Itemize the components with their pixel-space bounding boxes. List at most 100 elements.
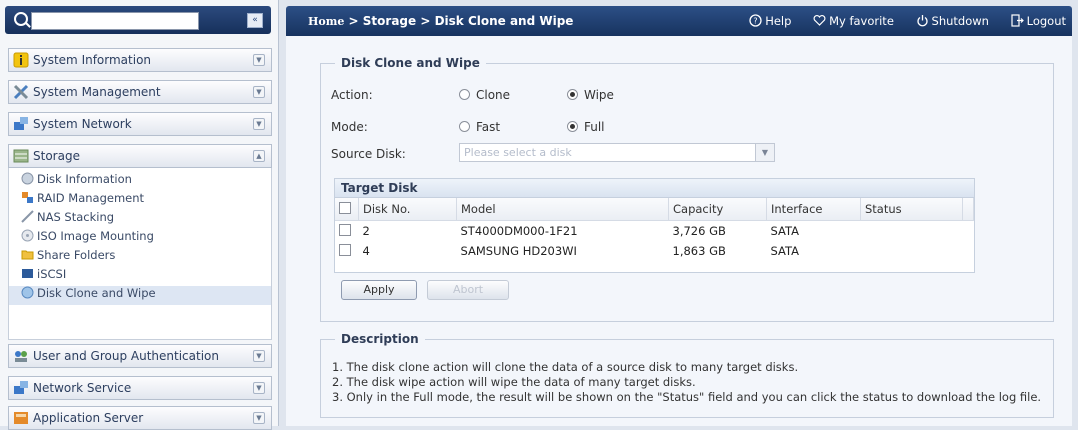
submenu-label: NAS Stacking [37,210,115,224]
col-status: Status [860,198,963,221]
shutdown-label: Shutdown [931,14,989,28]
radio-circle [459,89,470,100]
help-icon: ? [749,14,762,27]
action-wipe-radio[interactable]: Wipe [567,88,614,102]
select-all-checkbox[interactable] [339,202,351,214]
mode-label: Mode: [331,120,368,134]
row-checkbox[interactable] [339,244,351,256]
cell-model: ST4000DM000-1F21 [460,224,578,238]
submenu-nas-stacking[interactable]: NAS Stacking [21,210,114,229]
app-server-icon [14,412,28,424]
users-icon [15,351,27,362]
submenu-label: ISO Image Mounting [37,229,154,243]
row-checkbox[interactable] [339,224,351,236]
table-header-row: Disk No. Model Capacity Interface Status [335,198,974,221]
submenu-label: Disk Clone and Wipe [37,286,156,300]
nav-storage[interactable]: Storage ▲ [8,144,272,168]
table-row[interactable]: 4 SAMSUNG HD203WI 1,863 GB SATA [335,241,974,261]
favorite-link[interactable]: My favorite [813,14,894,28]
radio-circle-selected [567,89,578,100]
col-interface: Interface [766,198,861,221]
col-disk-no: Disk No. [358,198,457,221]
iscsi-icon [22,269,33,278]
submenu-raid-management[interactable]: RAID Management [21,191,144,210]
source-disk-select[interactable]: Please select a disk ▼ [459,143,775,162]
disk-info-icon [21,172,34,185]
description-line: 1. The disk clone action will clone the … [332,360,799,374]
help-label: Help [765,14,792,28]
folder-icon [21,250,34,260]
info-icon [13,52,29,68]
nav-label: User and Group Authentication [33,349,219,363]
target-disk-panel: Target Disk Disk No. Model Capacity Inte… [334,178,975,273]
nav-label: Application Server [33,411,144,425]
select-placeholder: Please select a disk [464,146,572,159]
iso-icon [21,229,34,242]
radio-circle-selected [567,121,578,132]
target-disk-table: Disk No. Model Capacity Interface Status… [335,198,974,261]
main-content: Disk Clone and Wipe Action: Clone Wipe M… [286,36,1072,426]
nav-system-information[interactable]: System Information ▼ [8,48,272,72]
storage-icon [13,149,29,163]
help-link[interactable]: ? Help [749,14,791,28]
logout-icon [1011,14,1024,27]
network-icon [14,117,28,130]
collapse-sidebar-button[interactable]: « [247,13,263,28]
submenu-label: Share Folders [37,248,116,262]
nav-application-server[interactable]: Application Server ▼ [8,406,272,430]
breadcrumb-home[interactable]: Home [308,15,344,28]
cell-capacity: 3,726 GB [672,224,726,238]
storage-submenu: Disk Information RAID Management NAS Sta… [8,168,272,340]
cell-status[interactable] [861,221,963,242]
submenu-label: Disk Information [37,172,132,186]
submenu-disk-clone-and-wipe[interactable]: Disk Clone and Wipe [9,286,271,305]
svg-text:?: ? [754,17,758,26]
cell-status[interactable] [861,241,963,261]
nav-network-service[interactable]: Network Service ▼ [8,376,272,400]
nav-label: System Management [33,85,161,99]
top-header: Home > Storage > Disk Clone and Wipe ? He… [286,6,1072,36]
cell-disk-no: 2 [362,224,370,238]
chevron-down-icon: ▼ [253,118,265,130]
cell-interface: SATA [770,244,800,258]
nav-system-management[interactable]: System Management ▼ [8,80,272,104]
logout-link[interactable]: Logout [1011,14,1066,28]
nas-stacking-icon [21,210,34,223]
breadcrumb-path: > Storage > Disk Clone and Wipe [344,14,574,28]
radio-label: Fast [476,120,501,134]
radio-label: Clone [476,88,511,102]
cell-interface: SATA [770,224,800,238]
chevron-down-icon[interactable]: ▼ [755,144,774,161]
raid-icon [22,192,33,203]
nav-label: Storage [33,149,80,163]
submenu-iscsi[interactable]: iSCSI [21,267,66,286]
submenu-disk-information[interactable]: Disk Information [21,172,132,191]
top-nav: ? Help My favorite Shutdown Logout [731,14,1066,28]
mode-full-radio[interactable]: Full [567,120,605,134]
chevron-down-icon: ▼ [253,86,265,98]
chevron-down-icon: ▼ [253,350,265,362]
search-icon[interactable] [14,12,28,26]
disk-clone-icon [21,286,34,299]
mode-fast-radio[interactable]: Fast [459,120,500,134]
nav-system-network[interactable]: System Network ▼ [8,112,272,136]
favorite-label: My favorite [829,14,894,28]
row-checkbox-cell [335,241,359,261]
col-capacity: Capacity [668,198,767,221]
shutdown-link[interactable]: Shutdown [916,14,989,28]
search-bar: « [5,6,271,34]
action-clone-radio[interactable]: Clone [459,88,510,102]
apply-button[interactable]: Apply [341,280,417,300]
nav-user-group-authentication[interactable]: User and Group Authentication ▼ [8,344,272,368]
abort-button[interactable]: Abort [427,280,509,300]
cell-capacity: 1,863 GB [672,244,726,258]
submenu-share-folders[interactable]: Share Folders [21,248,115,267]
search-input[interactable] [31,12,199,30]
table-row[interactable]: 2 ST4000DM000-1F21 3,726 GB SATA [335,221,974,242]
submenu-iso-image-mounting[interactable]: ISO Image Mounting [21,229,154,248]
target-disk-title: Target Disk [335,179,974,198]
radio-label: Wipe [584,88,614,102]
col-spacer [962,198,974,221]
nav-label: Network Service [33,381,132,395]
panel-title: Disk Clone and Wipe [335,56,486,70]
